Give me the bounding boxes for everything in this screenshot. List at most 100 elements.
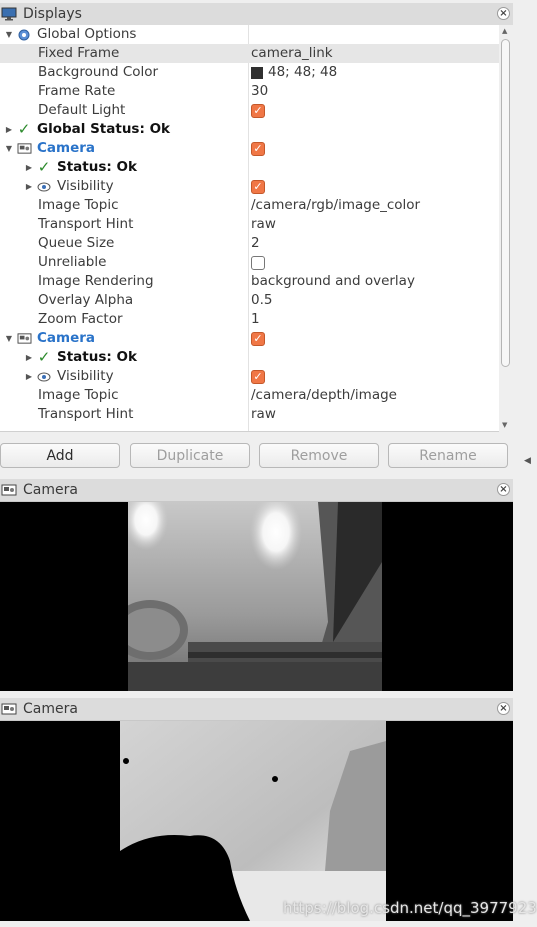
- tree-row[interactable]: Image Topic/camera/depth/image: [0, 386, 499, 405]
- tree-row-label: Status: Ok: [57, 159, 137, 175]
- scroll-down-icon[interactable]: ▼: [502, 421, 507, 429]
- tree-row-label: Fixed Frame: [38, 45, 120, 61]
- tree-row[interactable]: ▶ Visibility ✓: [0, 177, 499, 196]
- scrollbar-thumb[interactable]: [501, 39, 510, 367]
- checkbox[interactable]: ✓: [251, 141, 265, 156]
- tree-row-value[interactable]: ✓: [251, 367, 265, 386]
- checkbox[interactable]: [251, 255, 265, 270]
- tree-row-name: Transport Hint: [24, 215, 133, 234]
- collapse-panel-arrow-icon[interactable]: ◀: [524, 456, 531, 466]
- tree-row-name: ▼ Camera: [4, 139, 95, 158]
- tree-row-value[interactable]: 30: [251, 82, 268, 101]
- tree-vertical-scrollbar[interactable]: ▲ ▼: [499, 25, 513, 431]
- tree-row-value-text: 0.5: [251, 292, 273, 308]
- checkbox[interactable]: ✓: [251, 179, 265, 194]
- tree-row[interactable]: Image Rendering background and overlay: [0, 272, 499, 291]
- tree-row-value[interactable]: ✓: [251, 101, 265, 120]
- close-icon[interactable]: ×: [497, 702, 510, 715]
- tree-row-name: Frame Rate: [24, 82, 115, 101]
- tree-row-value[interactable]: 2: [251, 234, 260, 253]
- tree-row[interactable]: ▼ Camera ✓: [0, 329, 499, 348]
- camera-1-view[interactable]: [0, 502, 513, 691]
- tree-row[interactable]: ▶ ✓ Status: Ok: [0, 158, 499, 177]
- tree-row-value-text: 1: [251, 311, 260, 327]
- close-icon[interactable]: ×: [497, 7, 510, 20]
- tree-row[interactable]: Image Topic/camera/rgb/image_color: [0, 196, 499, 215]
- tree-row-name: ▼ Camera: [4, 329, 95, 348]
- tree-row-value[interactable]: raw: [251, 405, 276, 424]
- color-swatch[interactable]: [251, 66, 263, 79]
- tree-row-value-text: 2: [251, 235, 260, 251]
- tree-row-name: Unreliable: [24, 253, 106, 272]
- tree-row[interactable]: Zoom Factor 1: [0, 310, 499, 329]
- tree-row[interactable]: Fixed Frame camera_link: [0, 44, 499, 63]
- tree-row-value[interactable]: ✓: [251, 139, 265, 158]
- tree-row[interactable]: Unreliable: [0, 253, 499, 272]
- tree-row[interactable]: ▼ Camera ✓: [0, 139, 499, 158]
- displays-panel-title-bar: Displays ×: [0, 3, 513, 26]
- tree-row-label: Image Topic: [38, 197, 119, 213]
- tree-row-value[interactable]: 0.5: [251, 291, 272, 310]
- camera-display-icon: [16, 331, 32, 347]
- expand-right-icon[interactable]: ▶: [24, 348, 34, 367]
- add-button[interactable]: Add: [0, 443, 120, 468]
- tree-row-value[interactable]: ✓: [251, 329, 265, 348]
- tree-row-label: Default Light: [38, 102, 126, 118]
- tree-row[interactable]: Transport Hint raw: [0, 405, 499, 424]
- tree-row[interactable]: Default Light ✓: [0, 101, 499, 120]
- tree-row[interactable]: Frame Rate 30: [0, 82, 499, 101]
- expand-right-icon[interactable]: ▶: [24, 367, 34, 386]
- checkbox[interactable]: ✓: [251, 369, 265, 384]
- tree-row[interactable]: Transport Hint raw: [0, 215, 499, 234]
- tree-row[interactable]: ▶ ✓ Global Status: Ok: [0, 120, 499, 139]
- expand-right-icon[interactable]: ▶: [24, 158, 34, 177]
- tree-row-value[interactable]: /camera/rgb/image_color: [251, 196, 420, 215]
- tree-row-value[interactable]: /camera/depth/image: [251, 386, 397, 405]
- tree-row-value[interactable]: 48; 48; 48: [251, 63, 337, 82]
- tree-row[interactable]: ▶ Visibility ✓: [0, 367, 499, 386]
- tree-row-name: ▶ Visibility: [24, 177, 114, 196]
- tree-row-value[interactable]: raw: [251, 215, 276, 234]
- camera-2-view[interactable]: [0, 721, 513, 921]
- scroll-up-icon[interactable]: ▲: [502, 27, 507, 35]
- checkbox[interactable]: ✓: [251, 331, 265, 346]
- expand-right-icon[interactable]: ▶: [4, 120, 14, 139]
- displays-panel-title: Displays: [23, 6, 82, 22]
- tree-row-name: ▶ ✓ Global Status: Ok: [4, 120, 170, 139]
- checkbox[interactable]: ✓: [251, 103, 265, 118]
- tree-row-name: ▶ Visibility: [24, 367, 114, 386]
- camera-display-icon: [16, 141, 32, 157]
- close-icon[interactable]: ×: [497, 483, 510, 496]
- checkmark-icon: ✓: [17, 120, 31, 138]
- tree-row-label: Visibility: [57, 178, 114, 194]
- tree-row-value[interactable]: 1: [251, 310, 260, 329]
- expand-down-icon[interactable]: ▼: [4, 25, 14, 44]
- tree-row[interactable]: Queue Size 2: [0, 234, 499, 253]
- tree-row-value[interactable]: camera_link: [251, 44, 333, 63]
- tree-row-value[interactable]: [251, 253, 265, 272]
- tree-row[interactable]: ▼ Global Options: [0, 25, 499, 44]
- tree-row-value[interactable]: background and overlay: [251, 272, 415, 291]
- duplicate-button[interactable]: Duplicate: [130, 443, 250, 468]
- remove-button[interactable]: Remove: [259, 443, 379, 468]
- tree-row[interactable]: ▶ ✓ Status: Ok: [0, 348, 499, 367]
- tree-row-label: Visibility: [57, 368, 114, 384]
- tree-row-label: Transport Hint: [38, 406, 134, 422]
- expand-down-icon[interactable]: ▼: [4, 329, 14, 348]
- tree-row[interactable]: Overlay Alpha 0.5: [0, 291, 499, 310]
- tree-row[interactable]: Background Color 48; 48; 48: [0, 63, 499, 82]
- expand-down-icon[interactable]: ▼: [4, 139, 14, 158]
- tree-row-label: Transport Hint: [38, 216, 134, 232]
- tree-row-value-text: /camera/depth/image: [251, 387, 397, 403]
- tree-row-name: Image Topic: [24, 386, 119, 405]
- camera-panel-1-title: Camera: [23, 482, 78, 498]
- expand-right-icon[interactable]: ▶: [24, 177, 34, 196]
- displays-tree[interactable]: ▼ Global Options Fixed Frame camera_link Bac…: [0, 25, 499, 432]
- rename-button[interactable]: Rename: [388, 443, 508, 468]
- tree-row-name: Queue Size: [24, 234, 114, 253]
- tree-row-label: Status: Ok: [57, 349, 137, 365]
- tree-row-name: Zoom Factor: [24, 310, 123, 329]
- tree-row-name: Image Topic: [24, 196, 119, 215]
- tree-row-label: Camera: [37, 330, 96, 346]
- tree-row-value[interactable]: ✓: [251, 177, 265, 196]
